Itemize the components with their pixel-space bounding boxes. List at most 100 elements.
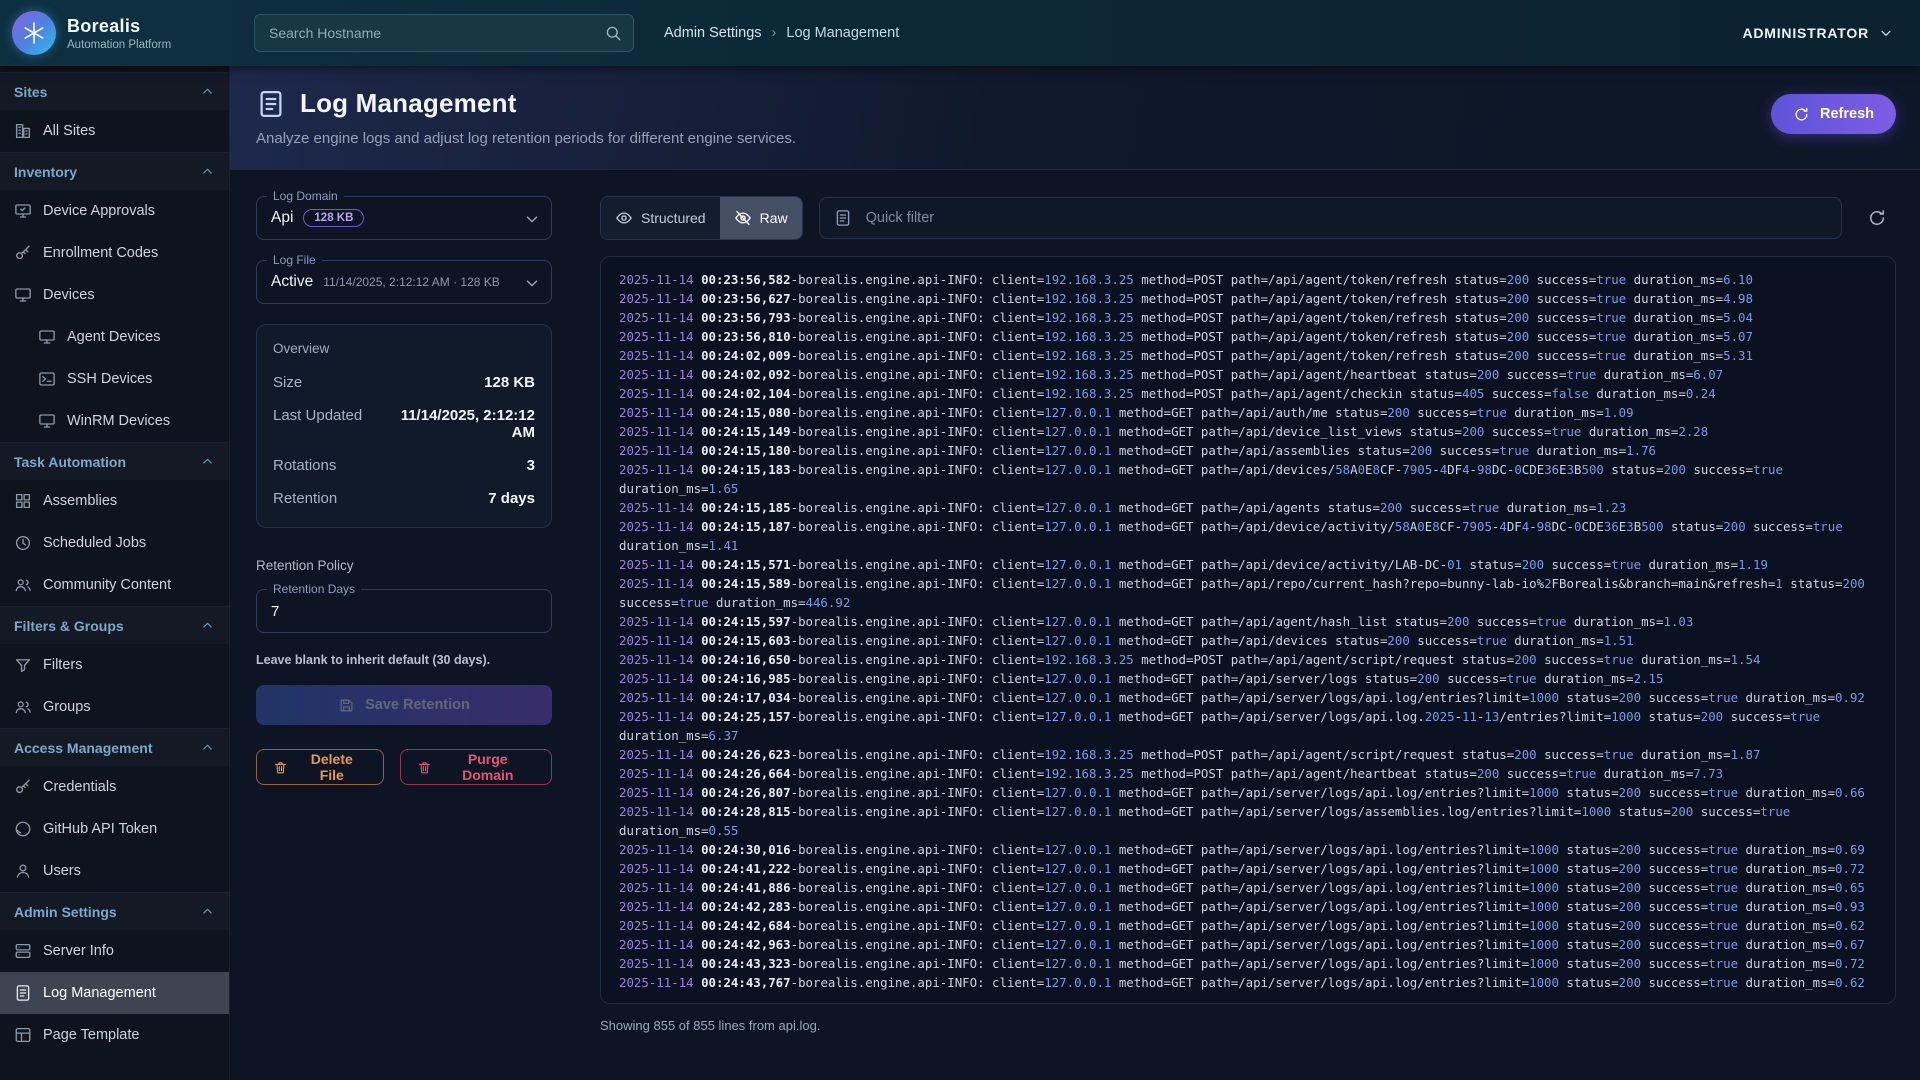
sidebar-item-label: Page Template <box>43 1027 139 1043</box>
overview-row: Rotations3 <box>273 449 535 482</box>
sidebar-section-label: Task Automation <box>14 454 126 470</box>
page-subtitle: Analyze engine logs and adjust log reten… <box>256 130 1896 147</box>
refresh-icon <box>1867 208 1887 228</box>
refresh-button-label: Refresh <box>1820 106 1874 122</box>
search-input[interactable] <box>254 14 634 52</box>
sidebar-item-all-sites[interactable]: All Sites <box>0 110 229 152</box>
sidebar-item-assemblies[interactable]: Assemblies <box>0 480 229 522</box>
sidebar-item-enrollment-codes[interactable]: Enrollment Codes <box>0 232 229 274</box>
breadcrumb-log-management[interactable]: Log Management <box>786 25 899 41</box>
save-retention-button[interactable]: Save Retention <box>256 685 552 725</box>
key-icon <box>14 244 32 262</box>
delete-file-button[interactable]: Delete File <box>256 749 384 785</box>
log-line: 2025-11-14 00:24:15,080-borealis.engine.… <box>619 403 1877 422</box>
eye-icon <box>615 209 633 227</box>
log-file-meta: 11/14/2025, 2:12:12 AM · 128 KB <box>323 275 500 289</box>
log-line: 2025-11-14 00:24:15,571-borealis.engine.… <box>619 555 1877 574</box>
overview-row-value: 128 KB <box>484 374 535 391</box>
reload-logs-button[interactable] <box>1858 199 1896 237</box>
sidebar-item-credentials[interactable]: Credentials <box>0 766 229 808</box>
log-toolbar: Structured Raw <box>600 196 1896 240</box>
refresh-icon <box>1793 106 1810 123</box>
sidebar-section-task-automation[interactable]: Task Automation <box>0 442 229 480</box>
log-domain-value-wrap: Api 128 KB <box>271 209 364 227</box>
breadcrumb: Admin Settings › Log Management <box>664 25 899 41</box>
sidebar-item-label: Devices <box>43 287 95 303</box>
monitor-check-icon <box>14 202 32 220</box>
log-line: 2025-11-14 00:24:43,767-borealis.engine.… <box>619 973 1877 992</box>
structured-view-button[interactable]: Structured <box>601 197 720 239</box>
log-file-label: Log File <box>267 253 322 267</box>
sidebar-item-label: Credentials <box>43 779 116 795</box>
log-domain-select[interactable]: Log Domain Api 128 KB <box>256 196 552 240</box>
sidebar-section-sites[interactable]: Sites <box>0 72 229 110</box>
sidebar-item-label: SSH Devices <box>67 371 152 387</box>
sidebar-item-scheduled-jobs[interactable]: Scheduled Jobs <box>0 522 229 564</box>
sidebar-item-devices[interactable]: Devices <box>0 274 229 316</box>
overview-row: Size128 KB <box>273 366 535 399</box>
brand[interactable]: Borealis Automation Platform <box>12 11 224 55</box>
log-line: 2025-11-14 00:24:02,104-borealis.engine.… <box>619 384 1877 403</box>
log-file-value-wrap: Active 11/14/2025, 2:12:12 AM · 128 KB <box>271 273 500 291</box>
purge-domain-button[interactable]: Purge Domain <box>400 749 552 785</box>
sidebar-section-label: Access Management <box>14 740 153 756</box>
log-line: 2025-11-14 00:24:26,623-borealis.engine.… <box>619 745 1877 764</box>
log-line: 2025-11-14 00:24:26,807-borealis.engine.… <box>619 783 1877 802</box>
raw-view-button[interactable]: Raw <box>720 197 802 239</box>
trash-icon <box>417 760 432 775</box>
retention-days-input[interactable] <box>271 590 517 632</box>
sidebar: SitesAll SitesInventory Device Approvals E… <box>0 66 230 1080</box>
overview-title: Overview <box>273 341 535 356</box>
log-domain-size-badge: 128 KB <box>303 209 364 227</box>
retention-hint: Leave blank to inherit default (30 days)… <box>256 653 552 667</box>
quick-filter <box>819 197 1842 239</box>
sidebar-item-label: Scheduled Jobs <box>43 535 146 551</box>
quick-filter-input[interactable] <box>819 197 1842 239</box>
log-line: 2025-11-14 00:24:41,222-borealis.engine.… <box>619 859 1877 878</box>
sidebar-section-access-management[interactable]: Access Management <box>0 728 229 766</box>
sidebar-item-page-template[interactable]: Page Template <box>0 1014 229 1056</box>
sidebar-section-inventory[interactable]: Inventory <box>0 152 229 190</box>
structured-view-label: Structured <box>641 210 706 226</box>
sidebar-section-admin-settings[interactable]: Admin Settings <box>0 892 229 930</box>
user-menu-label: ADMINISTRATOR <box>1742 25 1869 41</box>
overview-rows: Size128 KBLast Updated11/14/2025, 2:12:1… <box>273 366 535 515</box>
server-icon <box>14 942 32 960</box>
sidebar-item-groups[interactable]: Groups <box>0 686 229 728</box>
retention-days-label: Retention Days <box>267 582 361 596</box>
breadcrumb-admin-settings[interactable]: Admin Settings <box>664 25 762 41</box>
log-line: 2025-11-14 00:24:41,886-borealis.engine.… <box>619 878 1877 897</box>
log-line: 2025-11-14 00:24:42,963-borealis.engine.… <box>619 935 1877 954</box>
brand-text: Borealis Automation Platform <box>67 16 171 51</box>
sidebar-item-server-info[interactable]: Server Info <box>0 930 229 972</box>
sidebar-item-label: Device Approvals <box>43 203 155 219</box>
sidebar-item-github-api-token[interactable]: GitHub API Token <box>0 808 229 850</box>
sidebar-item-filters[interactable]: Filters <box>0 644 229 686</box>
log-line: 2025-11-14 00:23:56,627-borealis.engine.… <box>619 289 1877 308</box>
sidebar-item-community-content[interactable]: Community Content <box>0 564 229 606</box>
sidebar-item-log-management[interactable]: Log Management <box>0 972 229 1014</box>
sidebar-item-label: Server Info <box>43 943 114 959</box>
chevron-up-icon <box>200 904 215 919</box>
sidebar-item-device-approvals[interactable]: Device Approvals <box>0 190 229 232</box>
building-icon <box>14 122 32 140</box>
log-line: 2025-11-14 00:24:15,187-borealis.engine.… <box>619 517 1877 555</box>
grid-icon <box>14 492 32 510</box>
sidebar-item-ssh-devices[interactable]: SSH Devices <box>0 358 229 400</box>
refresh-button[interactable]: Refresh <box>1771 94 1896 134</box>
sidebar-item-winrm-devices[interactable]: WinRM Devices <box>0 400 229 442</box>
delete-file-label: Delete File <box>297 751 367 783</box>
log-output[interactable]: 2025-11-14 00:23:56,582-borealis.engine.… <box>600 256 1896 1004</box>
sidebar-section-filters-groups[interactable]: Filters & Groups <box>0 606 229 644</box>
log-controls-panel: Log Domain Api 128 KB Log File Active 11… <box>256 196 552 1033</box>
overview-row-value: 7 days <box>488 490 535 507</box>
log-file-select[interactable]: Log File Active 11/14/2025, 2:12:12 AM ·… <box>256 260 552 304</box>
sidebar-item-users[interactable]: Users <box>0 850 229 892</box>
sidebar-item-agent-devices[interactable]: Agent Devices <box>0 316 229 358</box>
log-line: 2025-11-14 00:24:15,597-borealis.engine.… <box>619 612 1877 631</box>
user-menu[interactable]: ADMINISTRATOR <box>1742 25 1894 41</box>
sidebar-item-label: Agent Devices <box>67 329 161 345</box>
save-retention-label: Save Retention <box>365 697 470 713</box>
log-line: 2025-11-14 00:23:56,810-borealis.engine.… <box>619 327 1877 346</box>
sidebar-item-label: GitHub API Token <box>43 821 157 837</box>
